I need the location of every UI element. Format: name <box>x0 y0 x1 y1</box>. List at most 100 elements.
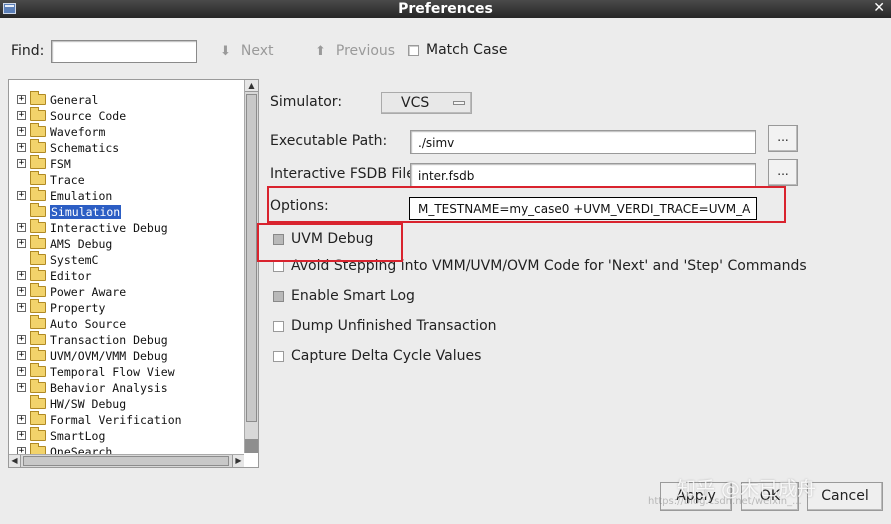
tree-item[interactable]: + Interactive Debug <box>9 219 243 236</box>
folder-icon <box>30 235 46 249</box>
checkbox[interactable] <box>273 351 284 362</box>
tree-item[interactable]: SystemC <box>9 251 243 268</box>
tree-item[interactable]: + Schematics <box>9 139 243 156</box>
tree-item-label: Temporal Flow View <box>50 365 175 379</box>
folder-icon <box>30 203 46 217</box>
tree-item-label: Auto Source <box>50 317 127 331</box>
tree-item[interactable]: + Temporal Flow View <box>9 363 243 380</box>
expand-icon[interactable]: + <box>17 351 26 360</box>
tree-item[interactable]: + Editor <box>9 267 243 284</box>
checkbox[interactable] <box>273 321 284 332</box>
tree-item[interactable]: + Behavior Analysis <box>9 379 243 396</box>
tree-item-label: UVM/OVM/VMM Debug <box>50 349 168 363</box>
tree-item-label: Waveform <box>50 125 106 139</box>
executable-path-input[interactable]: ./simv <box>410 130 756 154</box>
fsdb-file-input[interactable]: inter.fsdb <box>410 163 756 187</box>
expand-icon[interactable]: + <box>17 335 26 344</box>
watermark-url: https://blog.csdn.net/weixin_... <box>648 496 802 507</box>
folder-icon <box>30 299 46 313</box>
tree-item-label: Trace <box>50 173 85 187</box>
expand-icon[interactable]: + <box>17 303 26 312</box>
highlight-box-options <box>267 186 786 223</box>
expand-icon[interactable]: + <box>17 143 26 152</box>
tree-item[interactable]: + Waveform <box>9 123 243 140</box>
tree-item[interactable]: Simulation <box>9 203 243 220</box>
expand-icon[interactable]: + <box>17 111 26 120</box>
expand-icon[interactable]: + <box>17 127 26 136</box>
expand-icon[interactable]: + <box>17 287 26 296</box>
folder-icon <box>30 331 46 345</box>
find-label: Find: <box>11 43 45 59</box>
tree-item[interactable]: + Power Aware <box>9 283 243 300</box>
folder-icon <box>30 123 46 137</box>
expand-icon[interactable]: + <box>17 239 26 248</box>
expand-icon[interactable]: + <box>17 431 26 440</box>
tree-item-label: AMS Debug <box>50 237 113 251</box>
cancel-button[interactable]: Cancel <box>807 482 883 511</box>
fsdb-file-label: Interactive FSDB File: <box>270 166 420 182</box>
dropdown-icon <box>453 101 465 105</box>
checkbox[interactable] <box>273 261 284 272</box>
expand-icon[interactable]: + <box>17 367 26 376</box>
expand-icon[interactable]: + <box>17 159 26 168</box>
scroll-thumb[interactable] <box>246 94 257 422</box>
close-icon[interactable]: ✕ <box>873 0 885 16</box>
tree-item[interactable]: + Formal Verification <box>9 411 243 428</box>
tree-item[interactable]: + Emulation <box>9 187 243 204</box>
folder-icon <box>30 155 46 169</box>
checkbox-label: Capture Delta Cycle Values <box>291 348 482 364</box>
tree-item[interactable]: + SmartLog <box>9 427 243 444</box>
category-tree: + General + Source Code + Waveform + Schematics… <box>8 79 259 468</box>
simulator-select[interactable]: VCS <box>381 92 472 114</box>
tree-item[interactable]: + Source Code <box>9 107 243 124</box>
tree-horizontal-scrollbar[interactable]: ◀ ▶ <box>9 454 244 467</box>
expand-icon[interactable]: + <box>17 95 26 104</box>
folder-icon <box>30 251 46 265</box>
tree-item[interactable]: + Property <box>9 299 243 316</box>
tree-item[interactable]: + Transaction Debug <box>9 331 243 348</box>
tree-item[interactable]: HW/SW Debug <box>9 395 243 412</box>
scroll-up-icon[interactable]: ▲ <box>245 80 258 92</box>
checkbox[interactable] <box>273 291 284 302</box>
tree-item[interactable]: Trace <box>9 171 243 188</box>
tree-item-label: Schematics <box>50 141 120 155</box>
browse-fsdb-button[interactable]: ... <box>768 159 798 186</box>
tree-item[interactable]: + FSM <box>9 155 243 172</box>
browse-executable-button[interactable]: ... <box>768 125 798 152</box>
find-input[interactable] <box>51 40 197 63</box>
folder-icon <box>30 379 46 393</box>
next-button[interactable]: ⬇ Next <box>220 43 274 59</box>
tree-item[interactable]: + AMS Debug <box>9 235 243 252</box>
folder-icon <box>30 219 46 233</box>
find-toolbar: Find: ⬇ Next ⬆ Previous Match Case <box>0 18 891 76</box>
scroll-down-icon[interactable] <box>245 439 258 453</box>
tree-item-label: HW/SW Debug <box>50 397 127 411</box>
scroll-left-icon[interactable]: ◀ <box>9 455 21 467</box>
expand-icon[interactable]: + <box>17 191 26 200</box>
expand-icon[interactable]: + <box>17 223 26 232</box>
previous-button[interactable]: ⬆ Previous <box>315 43 395 59</box>
arrow-up-icon: ⬆ <box>315 44 326 59</box>
folder-icon <box>30 315 46 329</box>
tree-item[interactable]: + General <box>9 91 243 108</box>
executable-path-label: Executable Path: <box>270 133 388 149</box>
expand-icon[interactable]: + <box>17 383 26 392</box>
tree-item-label: Transaction Debug <box>50 333 168 347</box>
folder-icon <box>30 347 46 361</box>
tree-item[interactable]: Auto Source <box>9 315 243 332</box>
tree-item-label: Behavior Analysis <box>50 381 168 395</box>
tree-item-label: SystemC <box>50 253 99 267</box>
tree-vertical-scrollbar[interactable]: ▲ <box>244 80 258 453</box>
tree-item[interactable]: + UVM/OVM/VMM Debug <box>9 347 243 364</box>
tree-item-label: Editor <box>50 269 92 283</box>
tree-item-label: Interactive Debug <box>50 221 168 235</box>
window-title: Preferences <box>398 1 493 17</box>
scroll-right-icon[interactable]: ▶ <box>232 455 244 467</box>
tree-item-label: SmartLog <box>50 429 106 443</box>
hscroll-thumb[interactable] <box>23 456 229 466</box>
expand-icon[interactable]: + <box>17 271 26 280</box>
folder-icon <box>30 283 46 297</box>
folder-icon <box>30 363 46 377</box>
match-case-checkbox[interactable] <box>408 45 419 56</box>
expand-icon[interactable]: + <box>17 415 26 424</box>
